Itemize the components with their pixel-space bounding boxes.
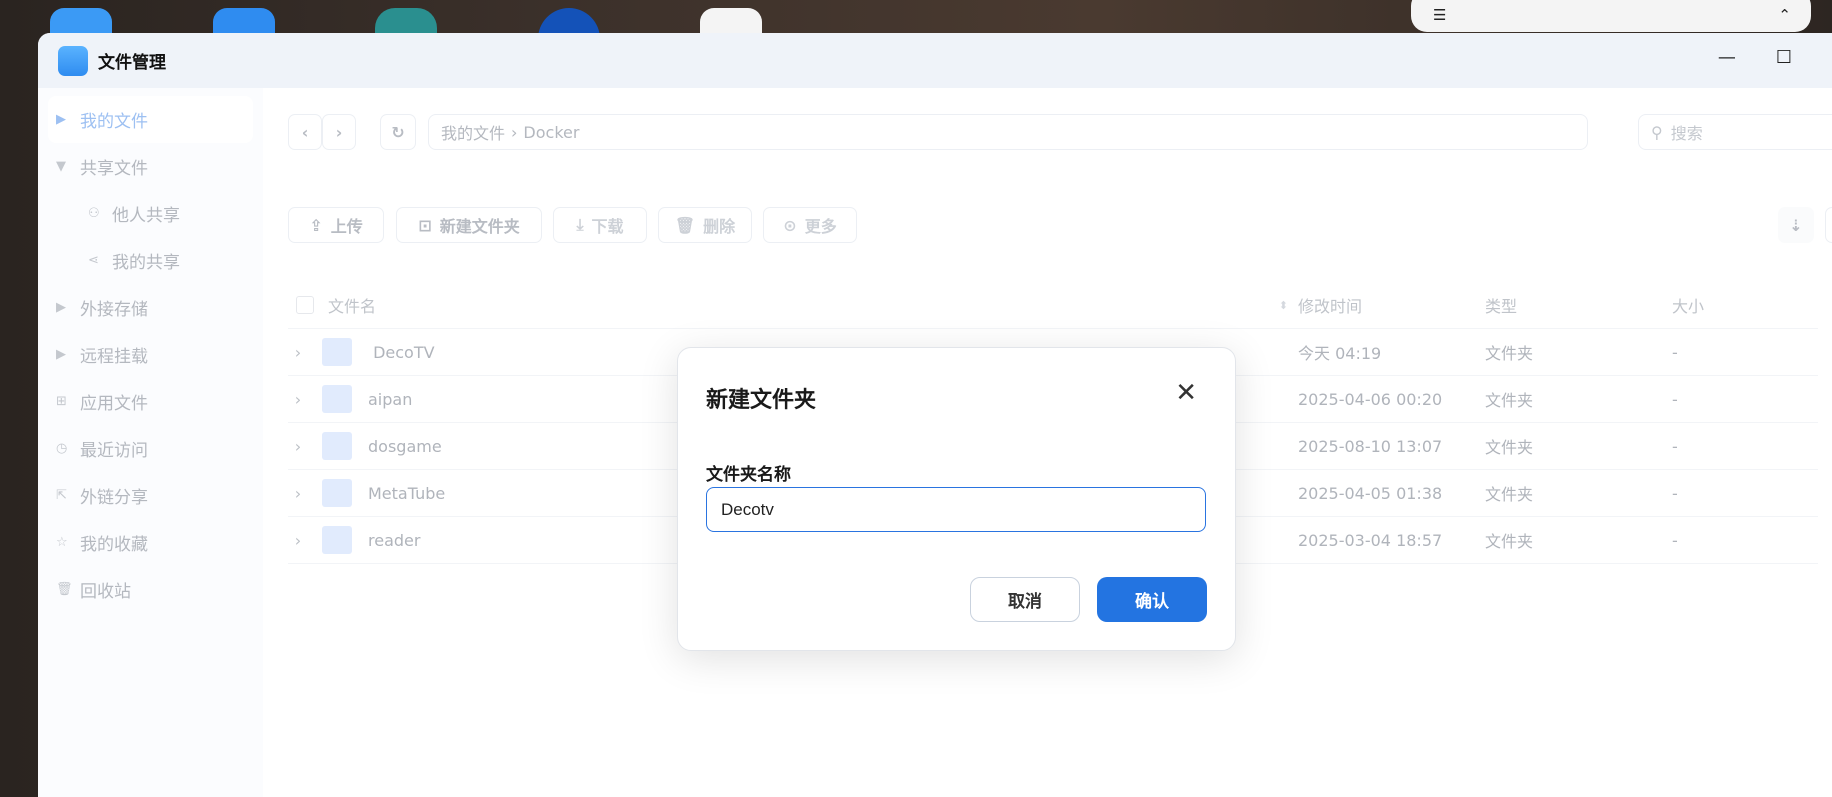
folder-icon [322,479,352,507]
file-time: 今天 04:19 [1298,344,1382,363]
file-type: 文件夹 [1485,485,1534,504]
file-type: 文件夹 [1485,532,1534,551]
top-widget[interactable]: ☰ ⌃ [1411,0,1811,32]
expand-chevron-icon[interactable]: › [288,531,308,550]
sidebar-item-favorites[interactable]: ☆ 我的收藏 [38,519,263,566]
upload-icon: ⇪ [309,215,323,235]
app-folder-icon [58,45,88,76]
folder-plus-icon: ⊡ [418,215,432,235]
sidebar-item-external-links[interactable]: ⇱ 外链分享 [38,472,263,519]
search-input[interactable]: ⚲ 搜索 [1638,114,1832,150]
caret-right-icon: ▶ [56,112,66,127]
back-button[interactable]: ‹ [288,114,322,150]
new-folder-button[interactable]: ⊡ 新建文件夹 [396,207,542,243]
expand-chevron-icon[interactable]: › [288,390,308,409]
download-icon: ⤓ [576,215,584,234]
close-icon[interactable]: ✕ [1175,378,1197,408]
refresh-button[interactable]: ↻ [380,114,416,150]
trash-icon: 🗑 [674,215,696,235]
sidebar-item-my-files[interactable]: ▶ 我的文件 [48,96,253,143]
apps-icon: ⊞ [56,394,67,409]
search-icon: ⚲ [1651,122,1663,142]
confirm-button[interactable]: 确认 [1097,577,1207,622]
users-icon: ⚇ [88,206,100,221]
new-folder-dialog: 新建文件夹 ✕ 文件夹名称 取消 确认 [677,347,1236,651]
folder-name-label: 文件夹名称 [706,465,791,485]
sidebar-item-remote-mount[interactable]: ▶ 远程挂载 [38,331,263,378]
folder-name-input[interactable] [706,487,1206,532]
minimize-icon[interactable]: — [1718,47,1736,68]
folder-icon [322,338,352,366]
sidebar-item-recent[interactable]: ◷ 最近访问 [38,425,263,472]
sidebar-item-shared-files[interactable]: ▼ 共享文件 [38,143,263,190]
forward-button[interactable]: › [322,114,356,150]
expand-chevron-icon[interactable]: › [288,484,308,503]
upload-button[interactable]: ⇪ 上传 [288,207,384,243]
file-type: 文件夹 [1485,438,1534,457]
file-time: 2025-04-06 00:20 [1298,389,1443,409]
app-title: 文件管理 [98,53,166,73]
breadcrumb-current[interactable]: Docker [523,123,579,142]
trash-icon: 🗑 [56,582,73,597]
sort-icon: ⇣ [1789,215,1803,235]
caret-down-icon: ▼ [56,159,66,174]
file-time: 2025-08-10 13:07 [1298,436,1443,456]
file-name: aipan [368,389,413,409]
title-bar: 文件管理 — ☐ [38,33,1832,88]
expand-chevron-icon[interactable]: › [288,437,308,456]
folder-icon [322,432,352,460]
expand-chevron-icon[interactable]: › [288,343,308,362]
file-type: 文件夹 [1485,344,1534,363]
star-icon: ☆ [56,535,68,550]
dialog-title: 新建文件夹 [706,388,817,413]
select-all-checkbox[interactable] [296,296,314,314]
folder-icon [322,526,352,554]
file-size: - [1672,389,1678,409]
list-view-button[interactable]: ☰ [1825,207,1832,243]
file-name: MetaTube [368,483,446,503]
file-size: - [1672,436,1678,456]
file-size: - [1672,530,1678,550]
sidebar-item-external-storage[interactable]: ▶ 外接存储 [38,284,263,331]
sidebar: ▶ 我的文件 ▼ 共享文件 ⚇ 他人共享 ⋖ 我的共享 ▶ 外接存储 ▶ 远程挂载 ⊞ 应用文… [38,88,263,797]
file-time: 2025-03-04 18:57 [1298,530,1443,550]
breadcrumb-separator: › [511,122,518,142]
header-name[interactable]: 文件名 [328,293,376,317]
folder-icon [322,385,352,413]
file-size: - [1672,483,1678,503]
download-button[interactable]: ⤓ 下载 [553,207,647,243]
more-button[interactable]: ⊙ 更多 [763,207,857,243]
sidebar-item-app-files[interactable]: ⊞ 应用文件 [38,378,263,425]
more-icon: ⊙ [783,215,797,235]
table-header: 文件名 ⬍ 修改时间 类型 大小 [288,282,1818,329]
caret-right-icon: ▶ [56,300,66,315]
sort-button[interactable]: ⇣ [1778,207,1814,243]
delete-button[interactable]: 🗑 删除 [658,207,752,243]
filter-settings-icon[interactable]: ☰ [1433,6,1446,24]
file-type: 文件夹 [1485,391,1534,410]
sidebar-item-shared-with-me[interactable]: ⚇ 他人共享 [38,190,263,237]
header-time[interactable]: 修改时间 [1288,293,1475,317]
refresh-icon: ↻ [391,122,405,142]
sidebar-item-trash[interactable]: 🗑 回收站 [38,566,263,613]
file-name: DecoTV [368,342,435,362]
header-type[interactable]: 类型 [1475,293,1662,317]
external-share-icon: ⇱ [56,488,67,503]
maximize-icon[interactable]: ☐ [1776,47,1792,68]
header-size[interactable]: 大小 [1662,293,1812,317]
sidebar-item-my-shares[interactable]: ⋖ 我的共享 [38,237,263,284]
share-icon: ⋖ [88,253,99,268]
breadcrumb-root[interactable]: 我的文件 [441,120,505,144]
file-size: - [1672,342,1678,362]
file-time: 2025-04-05 01:38 [1298,483,1443,503]
breadcrumb[interactable]: 我的文件 › Docker [428,114,1588,150]
cancel-button[interactable]: 取消 [970,577,1080,622]
collapse-up-icon[interactable]: ⌃ [1778,6,1791,24]
clock-icon: ◷ [56,441,68,456]
sort-arrows-icon[interactable]: ⬍ [1279,299,1288,312]
file-name: reader [368,530,421,550]
file-name: dosgame [368,436,442,456]
caret-right-icon: ▶ [56,347,66,362]
